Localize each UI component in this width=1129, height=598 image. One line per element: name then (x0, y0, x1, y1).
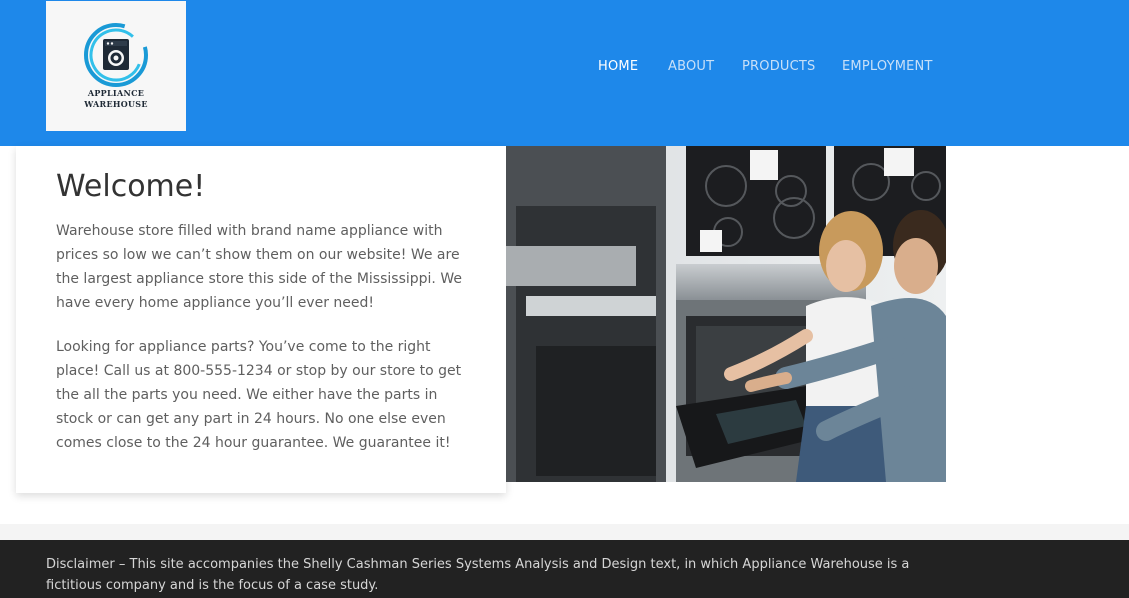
nav-products[interactable]: PRODUCTS (742, 59, 816, 74)
couple-shopping-oven-image (506, 146, 946, 482)
washing-machine-icon (84, 23, 148, 87)
welcome-paragraph-1: Warehouse store filled with brand name a… (56, 223, 462, 311)
welcome-title: Welcome! (56, 169, 206, 204)
welcome-card: Welcome! Warehouse store filled with bra… (16, 146, 506, 493)
site-header: APPLIANCE WAREHOUSE HOME ABOUT PRODUCTS … (0, 0, 1129, 146)
section-divider (0, 524, 1129, 540)
welcome-paragraph-2: Looking for appliance parts? You’ve come… (56, 339, 462, 451)
store-photo (506, 146, 946, 482)
nav-home[interactable]: HOME (598, 59, 638, 74)
footer-disclaimer: Disclaimer – This site accompanies the S… (46, 557, 910, 593)
brand-name-line1: APPLIANCE (87, 88, 145, 98)
site-footer: Disclaimer – This site accompanies the S… (0, 540, 1129, 598)
nav-about[interactable]: ABOUT (668, 59, 714, 74)
nav-employment[interactable]: EMPLOYMENT (842, 59, 933, 74)
brand-logo[interactable]: APPLIANCE WAREHOUSE (46, 1, 186, 131)
brand-name-line2: WAREHOUSE (84, 99, 148, 109)
